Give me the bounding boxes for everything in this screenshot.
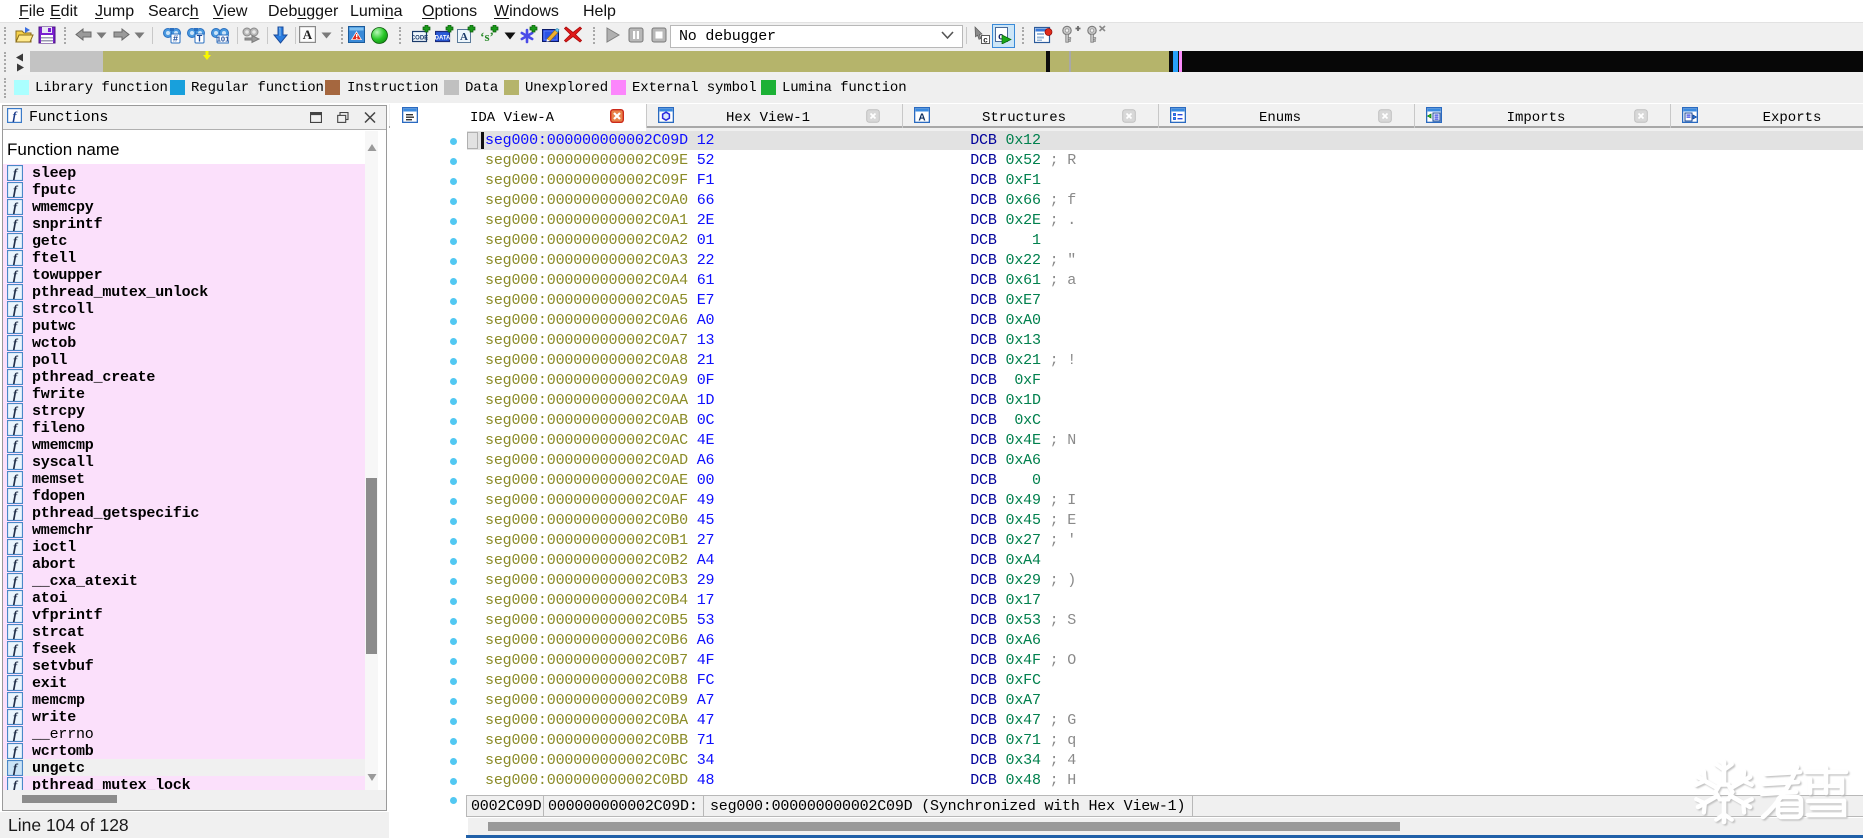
svg-text:T: T (197, 34, 203, 44)
svg-text:A: A (460, 31, 468, 43)
svg-text:‘s’: ‘s’ (480, 29, 494, 44)
svg-text:A: A (303, 27, 313, 42)
svg-text:c: c (983, 36, 988, 44)
svg-text:A: A (918, 113, 925, 124)
svg-text:#: # (173, 34, 178, 44)
svg-text:101: 101 (217, 35, 229, 44)
svg-text:CODE: CODE (412, 36, 428, 42)
svg-text:DATA: DATA (435, 36, 451, 42)
